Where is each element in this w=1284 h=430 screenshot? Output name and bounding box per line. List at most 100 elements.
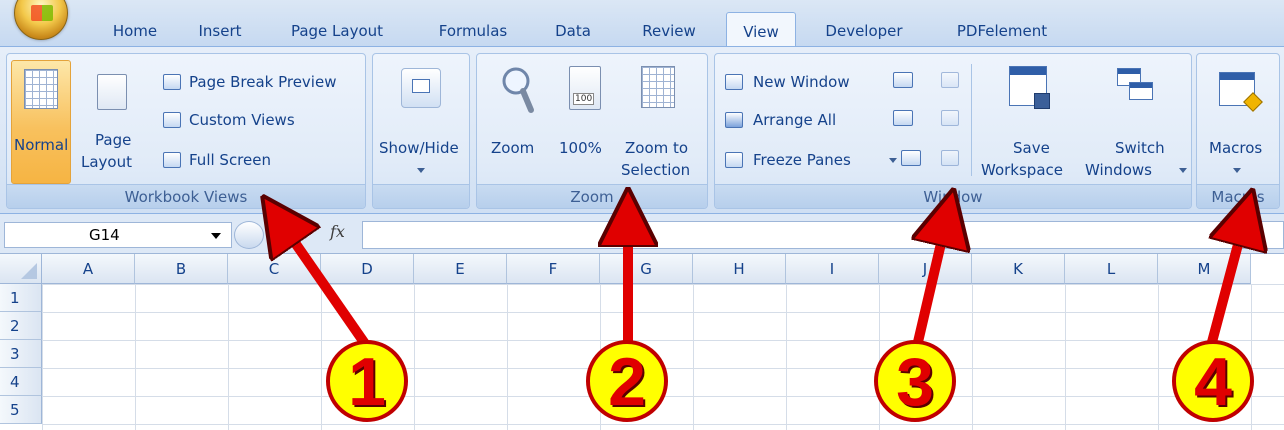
annotation-badge-1: 1	[326, 340, 408, 422]
column-header-d[interactable]: D	[321, 254, 414, 284]
split-icon[interactable]	[893, 72, 913, 88]
group-zoom: Zoom 100 100% Zoom to Selection Zoom	[476, 53, 708, 209]
annotation-badge-4: 4	[1172, 340, 1254, 422]
zoom-group-title: Zoom	[477, 184, 707, 208]
macros-label: Macros	[1209, 139, 1263, 157]
column-header-f[interactable]: F	[507, 254, 600, 284]
page-break-preview-label: Page Break Preview	[189, 73, 337, 91]
macros-group-title: Macros	[1197, 184, 1279, 208]
freeze-panes-dropdown-icon	[889, 158, 897, 163]
group-macros: Macros Macros	[1196, 53, 1280, 209]
full-screen-button[interactable]: Full Screen	[163, 150, 363, 172]
tab-review[interactable]: Review	[636, 18, 702, 46]
new-window-button[interactable]: New Window	[725, 72, 895, 94]
zoom-label: Zoom	[491, 139, 535, 157]
zoom-to-selection-icon	[641, 66, 675, 108]
column-header-l[interactable]: L	[1065, 254, 1158, 284]
custom-views-button[interactable]: Custom Views	[163, 110, 363, 132]
new-window-icon	[725, 74, 743, 90]
row-header-4[interactable]: 4	[0, 368, 42, 396]
view-side-by-side-icon[interactable]	[941, 72, 959, 88]
page-layout-label-2: Layout	[81, 153, 132, 171]
show-hide-label: Show/Hide	[379, 139, 459, 157]
switch-windows-button[interactable]: Switch Windows	[1085, 60, 1189, 184]
zoom-100-button[interactable]: 100 100%	[555, 60, 613, 184]
group-window: New Window Arrange All Freeze Panes Save…	[714, 53, 1192, 209]
row-header-2[interactable]: 2	[0, 312, 42, 340]
name-box-dropdown-icon[interactable]	[211, 233, 221, 239]
switch-windows-dropdown-icon	[1179, 168, 1187, 173]
custom-views-label: Custom Views	[189, 111, 295, 129]
insert-function-icon[interactable]: fx	[330, 222, 345, 241]
workbook-views-group-title: Workbook Views	[7, 184, 365, 208]
column-header-i[interactable]: I	[786, 254, 879, 284]
office-logo-icon	[31, 5, 53, 21]
tab-view[interactable]: View	[726, 12, 796, 48]
ribbon: Normal Page Layout Page Break Preview Cu…	[0, 46, 1284, 214]
normal-view-icon	[24, 69, 58, 109]
tab-insert[interactable]: Insert	[192, 18, 248, 46]
column-header-k[interactable]: K	[972, 254, 1065, 284]
reset-window-position-icon[interactable]	[941, 150, 959, 166]
column-header-b[interactable]: B	[135, 254, 228, 284]
synchronous-scrolling-icon[interactable]	[941, 110, 959, 126]
column-header-h[interactable]: H	[693, 254, 786, 284]
hide-window-icon[interactable]	[893, 110, 913, 126]
arrange-all-button[interactable]: Arrange All	[725, 110, 895, 132]
tab-pdfelement[interactable]: PDFelement	[946, 18, 1058, 46]
formula-bar: G14 fx	[0, 214, 1284, 254]
freeze-panes-icon	[725, 152, 743, 168]
macros-dropdown-icon	[1233, 168, 1241, 173]
select-all-button[interactable]	[0, 254, 42, 284]
full-screen-label: Full Screen	[189, 151, 271, 169]
show-hide-button[interactable]: Show/Hide	[377, 60, 465, 184]
tab-page-layout[interactable]: Page Layout	[282, 18, 392, 46]
column-header-j[interactable]: J	[879, 254, 972, 284]
row-header-1[interactable]: 1	[0, 284, 42, 312]
freeze-panes-button[interactable]: Freeze Panes	[725, 150, 915, 172]
column-header-m[interactable]: M	[1158, 254, 1251, 284]
formula-input[interactable]	[362, 221, 1284, 249]
show-hide-dropdown-icon	[417, 168, 425, 173]
page-layout-label-1: Page	[95, 131, 132, 149]
zoom-button[interactable]: Zoom	[483, 60, 549, 184]
magnifier-icon	[502, 67, 534, 113]
row-header-5[interactable]: 5	[0, 396, 42, 424]
cell-grid[interactable]	[42, 284, 1284, 430]
zoom-to-selection-button[interactable]: Zoom to Selection	[619, 60, 705, 184]
column-header-c[interactable]: C	[228, 254, 321, 284]
tab-data[interactable]: Data	[548, 18, 598, 46]
annotation-badge-2: 2	[586, 340, 668, 422]
normal-view-label: Normal	[14, 136, 69, 154]
group-workbook-views: Normal Page Layout Page Break Preview Cu…	[6, 53, 366, 209]
page-break-preview-icon	[163, 74, 181, 90]
annotation-badge-3: 3	[874, 340, 956, 422]
page-break-preview-button[interactable]: Page Break Preview	[163, 72, 363, 94]
full-screen-icon	[163, 152, 181, 168]
tab-developer[interactable]: Developer	[816, 18, 912, 46]
normal-view-button[interactable]: Normal	[11, 60, 71, 184]
formula-cancel-icon[interactable]	[234, 221, 264, 249]
switch-windows-label-1: Switch	[1115, 139, 1165, 157]
office-button[interactable]	[14, 0, 68, 40]
column-header-e[interactable]: E	[414, 254, 507, 284]
zoom-100-icon: 100	[569, 66, 601, 110]
window-group-title: Window	[715, 184, 1191, 208]
page-layout-icon	[97, 74, 127, 110]
name-box-value: G14	[89, 226, 120, 244]
save-workspace-label-1: Save	[1013, 139, 1050, 157]
zoom-100-label: 100%	[559, 139, 602, 157]
column-header-a[interactable]: A	[42, 254, 135, 284]
macros-button[interactable]: Macros	[1199, 60, 1277, 184]
row-header-3[interactable]: 3	[0, 340, 42, 368]
show-hide-group-title	[373, 184, 469, 208]
save-workspace-button[interactable]: Save Workspace	[979, 60, 1081, 184]
tab-formulas[interactable]: Formulas	[428, 18, 518, 46]
unhide-window-icon[interactable]	[901, 150, 921, 166]
tab-home[interactable]: Home	[104, 18, 166, 46]
show-hide-icon	[401, 68, 441, 108]
page-layout-view-button[interactable]: Page Layout	[75, 60, 153, 184]
column-header-g[interactable]: G	[600, 254, 693, 284]
switch-windows-label-2: Windows	[1085, 161, 1152, 179]
name-box[interactable]: G14	[4, 222, 232, 248]
